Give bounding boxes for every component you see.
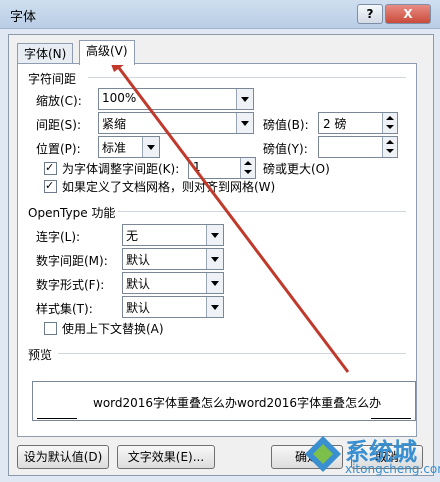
watermark-logo-icon (305, 436, 341, 472)
font-dialog: 字体 ? X 字体(N) 高级(V) 字符间距 缩放(C): 100% 间距(S… (0, 0, 440, 482)
watermark-url: xitongcheng.com (345, 462, 440, 476)
tab-advanced[interactable]: 高级(V) (79, 40, 135, 65)
watermark: 系统城 xitongcheng.com (303, 432, 440, 482)
annotation-arrow (106, 51, 350, 373)
arrow-shaft (111, 59, 350, 373)
